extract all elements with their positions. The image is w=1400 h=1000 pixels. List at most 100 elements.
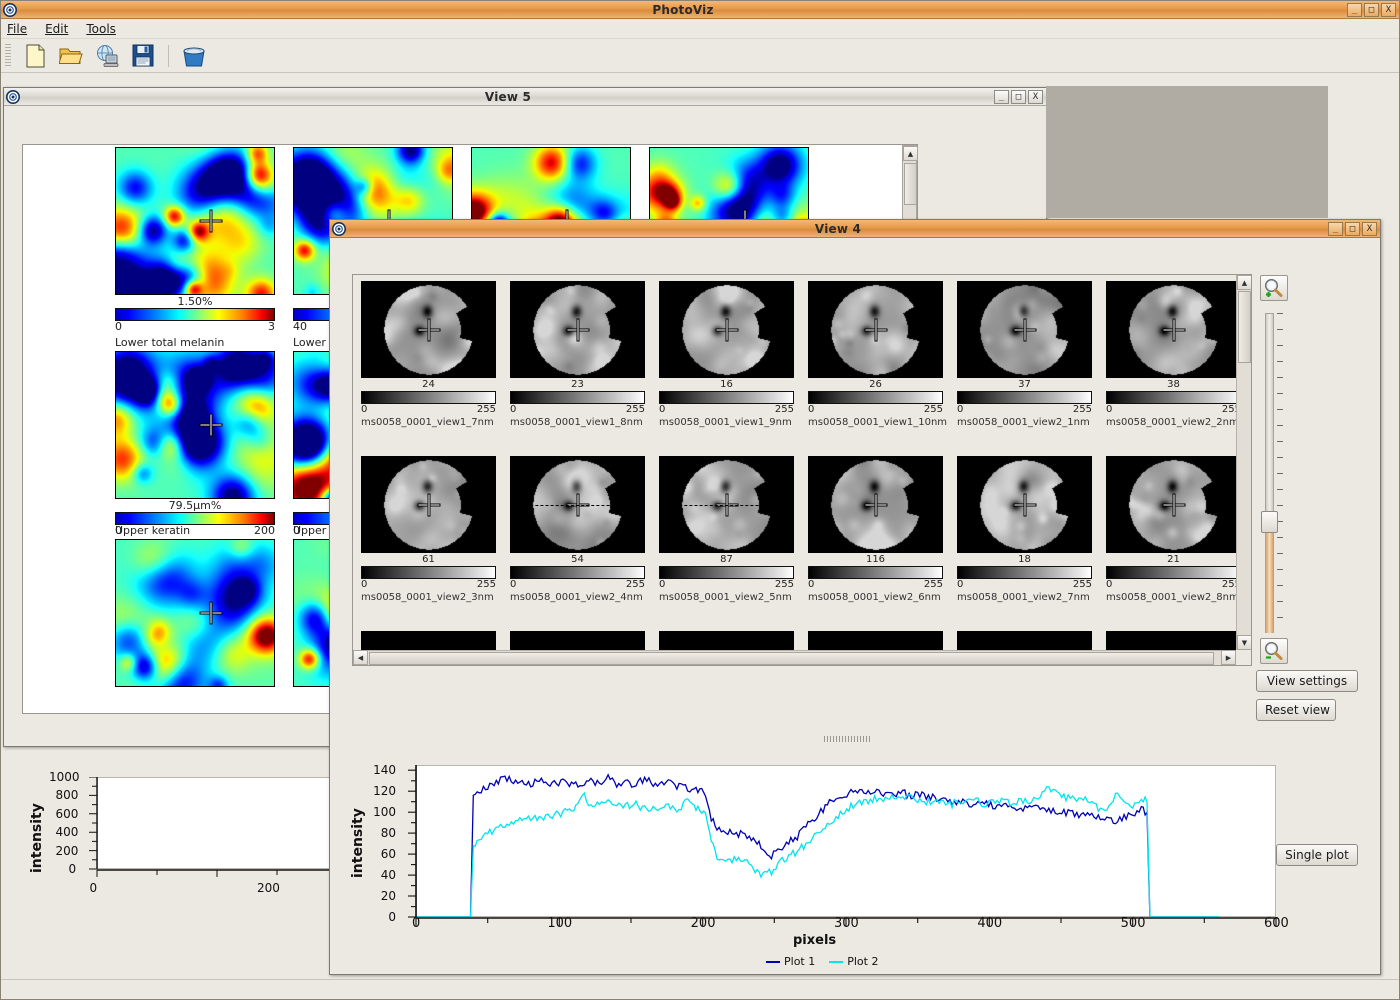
toolbar-separator	[168, 44, 169, 67]
open-folder-icon[interactable]	[56, 42, 86, 70]
trash-bin-icon[interactable]	[179, 42, 209, 70]
heatmap-cell[interactable]: Upper keratin	[115, 523, 275, 687]
app-minimize-button[interactable]: _	[1347, 2, 1362, 17]
view4-scroll-right-arrow[interactable]: ▶	[1221, 650, 1236, 665]
app-close-button[interactable]: X	[1381, 2, 1396, 17]
thumbnail-cell[interactable]: 87 0 255 ms0058_0001_view2_5nm	[659, 456, 794, 605]
thumbnail-cell[interactable]: 26 0 255 ms0058_0001_view1_10nm	[808, 281, 947, 430]
view4-scroll-vthumb[interactable]	[1238, 291, 1251, 363]
profile-line[interactable]	[515, 504, 640, 506]
view5-maximize-button[interactable]: □	[1011, 89, 1026, 104]
thumbnail-cell[interactable]: 61 0 255 ms0058_0001_view2_3nm	[361, 456, 496, 605]
plot-xtick-label: 300	[834, 916, 859, 931]
colorbar-min: 0	[957, 579, 964, 590]
crosshair-marker[interactable]	[865, 319, 886, 340]
view4-maximize-button[interactable]: □	[1345, 221, 1360, 236]
microscopy-image[interactable]	[808, 456, 943, 553]
thumbnail-cell[interactable]: 24 0 255 ms0058_0001_view1_7nm	[361, 281, 496, 430]
crosshair-marker[interactable]	[1014, 494, 1035, 515]
microscopy-image[interactable]	[1106, 456, 1236, 553]
crosshair-marker[interactable]	[1163, 494, 1184, 515]
view5-close-button[interactable]: X	[1028, 89, 1043, 104]
thumbnail-cell[interactable]: 37 0 255 ms0058_0001_view2_1nm	[957, 281, 1092, 430]
heatmap-image[interactable]	[115, 351, 275, 499]
heatmap-image[interactable]	[115, 147, 275, 295]
view4-scroll-hthumb[interactable]	[369, 652, 1214, 665]
thumbnail-cell-partial[interactable]	[361, 631, 496, 650]
colorbar-range: 03	[115, 321, 275, 333]
colorbar-max: 3	[268, 320, 275, 333]
view5-titlebar: View 5 _ □ X	[4, 88, 1046, 106]
view4-scroll-down-arrow[interactable]: ▼	[1237, 635, 1251, 650]
crosshair-marker[interactable]	[418, 494, 439, 515]
view4-zoom-out-button[interactable]	[1260, 638, 1288, 664]
view5-scroll-up-arrow[interactable]: ▲	[903, 146, 918, 161]
save-floppy-icon[interactable]	[128, 42, 158, 70]
microscopy-image[interactable]	[510, 281, 645, 378]
menu-tools[interactable]: Tools	[86, 22, 116, 36]
microscopy-image[interactable]	[808, 281, 943, 378]
view4-scroll-up-arrow[interactable]: ▲	[1237, 275, 1251, 290]
heatmap-image[interactable]	[115, 539, 275, 687]
network-computer-icon[interactable]	[92, 42, 122, 70]
thumbnail-cell[interactable]: 23 0 255 ms0058_0001_view1_8nm	[510, 281, 645, 430]
view4-zoom-in-button[interactable]	[1260, 275, 1288, 301]
view4-horizontal-scrollbar[interactable]: ◀ ▶	[353, 650, 1236, 665]
crosshair-marker[interactable]	[567, 319, 588, 340]
view-settings-button[interactable]: View settings	[1256, 670, 1358, 692]
view5-ytick-label: 600	[55, 806, 79, 821]
thumbnail-cell[interactable]: 21 0 255 ms0058_0001_view2_8nm	[1106, 456, 1236, 605]
thumbnail-cell[interactable]: 54 0 255 ms0058_0001_view2_4nm	[510, 456, 645, 605]
crosshair-marker[interactable]	[200, 210, 222, 232]
toolbar-grip[interactable]	[5, 43, 11, 68]
menu-file[interactable]: File	[7, 22, 27, 36]
new-document-icon[interactable]	[20, 42, 50, 70]
view4-scroll-left-arrow[interactable]: ◀	[353, 650, 368, 665]
menu-edit[interactable]: Edit	[45, 22, 68, 36]
view4-thumbnail-grid[interactable]: 24 0 255 ms0058_0001_view1_7nm 23 0 255 ms0058_…	[352, 274, 1252, 666]
profile-line[interactable]	[664, 504, 789, 506]
heatmap-cell[interactable]: Lower total melanin 79.5µm% 0 200	[115, 335, 275, 537]
view4-zoom-slider-ticks	[1277, 313, 1283, 633]
microscopy-image[interactable]	[1106, 281, 1236, 378]
thumbnail-cell-partial[interactable]	[808, 631, 943, 650]
app-maximize-button[interactable]: □	[1364, 2, 1379, 17]
crosshair-marker[interactable]	[418, 319, 439, 340]
thumbnail-cell[interactable]: 38 0 255 ms0058_0001_view2_2nm	[1106, 281, 1236, 430]
view4-minimize-button[interactable]: _	[1328, 221, 1343, 236]
colorbar-max: 255	[774, 579, 794, 590]
view5-minimize-button[interactable]: _	[994, 89, 1009, 104]
microscopy-image[interactable]	[361, 281, 496, 378]
view4-zoom-slider-thumb[interactable]	[1261, 511, 1278, 533]
crosshair-marker[interactable]	[200, 414, 222, 436]
crosshair-marker[interactable]	[1014, 319, 1035, 340]
microscopy-image[interactable]	[659, 456, 794, 553]
thumbnail-cell[interactable]: 18 0 255 ms0058_0001_view2_7nm	[957, 456, 1092, 605]
view4-close-button[interactable]: X	[1362, 221, 1377, 236]
crosshair-marker[interactable]	[1163, 319, 1184, 340]
view4-window[interactable]: View 4 _ □ X 24 0 255 ms0058_0001_view1_7nm…	[329, 219, 1381, 975]
thumbnail-cell[interactable]: 16 0 255 ms0058_0001_view1_9nm	[659, 281, 794, 430]
colorbar-range: 0 255	[808, 404, 943, 416]
microscopy-image[interactable]	[659, 281, 794, 378]
microscopy-image[interactable]	[510, 456, 645, 553]
view4-zoom-slider[interactable]	[1261, 313, 1283, 633]
thumbnail-cell-partial[interactable]	[1106, 631, 1236, 650]
thumbnail-cell[interactable]: 116 0 255 ms0058_0001_view2_6nm	[808, 456, 943, 605]
thumbnail-cell-partial[interactable]	[659, 631, 794, 650]
view4-plot: intensity 0 20 40 60 80 100 120 140 0 100 200 300 4…	[338, 743, 1289, 983]
thumbnail-cell-partial[interactable]	[957, 631, 1092, 650]
heatmap-cell[interactable]: 1.50% 0 3	[115, 147, 275, 333]
microscopy-image[interactable]	[957, 456, 1092, 553]
crosshair-marker[interactable]	[865, 494, 886, 515]
microscopy-image[interactable]	[361, 456, 496, 553]
single-plot-button[interactable]: Single plot	[1276, 844, 1358, 866]
reset-view-button[interactable]: Reset view	[1256, 699, 1336, 721]
view5-scroll-thumb[interactable]	[904, 163, 917, 205]
crosshair-marker[interactable]	[716, 319, 737, 340]
crosshair-marker[interactable]	[200, 602, 222, 624]
thumbnail-cell-partial[interactable]	[510, 631, 645, 650]
plot-splitter-handle[interactable]	[824, 736, 872, 742]
view4-vertical-scrollbar[interactable]: ▲ ▼	[1236, 275, 1251, 650]
microscopy-image[interactable]	[957, 281, 1092, 378]
